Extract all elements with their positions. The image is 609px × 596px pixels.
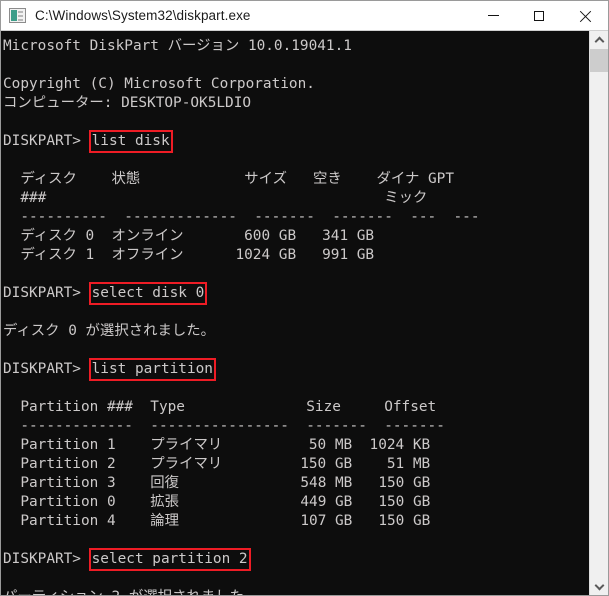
maximize-button[interactable] [516,1,562,30]
scroll-up-button[interactable] [590,31,608,49]
scrollbar-thumb[interactable] [590,49,608,72]
console-output-line: Microsoft DiskPart バージョン 10.0.19041.1 [3,38,352,54]
highlighted-command: list disk [91,133,170,149]
minimize-icon [487,15,499,16]
title-bar[interactable]: C:\Windows\System32\diskpart.exe [1,1,608,31]
console-prompt: DISKPART> [3,361,90,377]
console-output-line: パーティション 2 が選択されました。 [3,588,589,595]
scroll-down-icon [595,582,603,590]
console-output-line: ------------- ---------------- ------- -… [3,418,445,434]
console-window-icon [9,8,26,23]
console-output-line: ディスク 0 オンライン 600 GB 341 GB [3,228,375,244]
console-command-line: DISKPART> list partition [3,360,589,379]
console-output-line: Partition ### Type Size Offset [3,399,437,415]
console-output-line: Partition 1 プライマリ 50 MB 1024 KB [3,437,431,453]
highlighted-command: select disk 0 [91,285,205,301]
vertical-scrollbar[interactable] [589,31,608,595]
diskpart-window: C:\Windows\System32\diskpart.exe Microso… [0,0,609,596]
console-command-line: DISKPART> select disk 0 [3,284,589,303]
maximize-icon [534,10,544,21]
console-output-line: ディスク 1 オフライン 1024 GB 991 GB [3,247,375,263]
highlighted-command: select partition 2 [91,551,248,567]
console-command-line: DISKPART> select partition 2 [3,550,589,569]
console-output-line: ディスク 0 が選択されました。 [3,323,216,339]
console-prompt: DISKPART> [3,551,90,567]
minimize-button[interactable] [470,1,516,30]
console-output-line: ---------- ------------- ------- -------… [3,209,480,225]
close-icon [579,10,591,22]
close-button[interactable] [562,1,608,30]
scroll-up-icon [595,36,603,44]
console-output-line: ### ミック [3,190,428,206]
scroll-down-button[interactable] [590,577,608,595]
window-title: C:\Windows\System32\diskpart.exe [35,8,251,23]
console-output-line: Partition 4 論理 107 GB 150 GB [3,513,431,529]
console-command-line: DISKPART> list disk [3,132,589,151]
console-output-area[interactable]: Microsoft DiskPart バージョン 10.0.19041.1 Co… [1,31,589,595]
console-output-line: コンピューター: DESKTOP-OK5LDIO [3,95,252,111]
console-prompt: DISKPART> [3,133,90,149]
console-output-line: Copyright (C) Microsoft Corporation. [3,76,315,92]
console-output-line: ディスク 状態 サイズ 空き ダイナ GPT [3,171,454,187]
console-text: Microsoft DiskPart バージョン 10.0.19041.1 Co… [1,31,589,595]
console-prompt: DISKPART> [3,285,90,301]
window-controls [470,1,608,30]
console-output-line: Partition 0 拡張 449 GB 150 GB [3,494,431,510]
console-output-line: Partition 3 回復 548 MB 150 GB [3,475,431,491]
console-output-line: Partition 2 プライマリ 150 GB 51 MB [3,456,431,472]
highlighted-command: list partition [91,361,213,377]
